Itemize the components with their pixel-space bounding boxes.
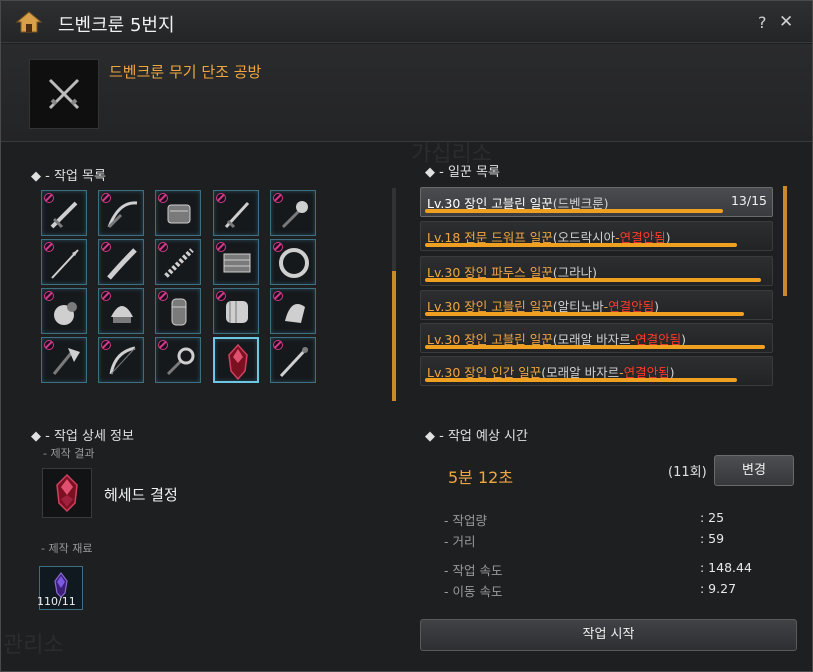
close-button[interactable]: ✕	[779, 12, 793, 32]
work-item-gauntlet[interactable]	[155, 190, 201, 236]
work-list-scrollbar-thumb[interactable]	[392, 271, 396, 401]
work-item-scythe[interactable]	[98, 190, 144, 236]
worker-list-scrollbar[interactable]	[783, 186, 787, 296]
stat-value: : 148.44	[700, 560, 752, 575]
work-item-mace[interactable]	[270, 190, 316, 236]
worker-row[interactable]: Lv.18 전문 드워프 일꾼(오드락시아-연결안됨)	[420, 221, 773, 251]
work-list-title: ◆ - 작업 목록	[31, 169, 106, 184]
work-detail-title: ◆ - 작업 상세 정보	[31, 429, 134, 444]
stamina-bar	[425, 209, 723, 213]
stat-label: - 거리	[444, 534, 476, 549]
unavailable-icon	[158, 291, 168, 301]
help-button[interactable]: ?	[758, 13, 767, 32]
title-bar[interactable]: 드벤크룬 5번지 ? ✕	[1, 1, 812, 43]
window-title: 드벤크룬 5번지	[58, 15, 175, 36]
unavailable-icon	[44, 291, 54, 301]
unavailable-icon	[158, 242, 168, 252]
worker-row[interactable]: Lv.30 장인 파두스 일꾼(그라나)	[420, 256, 773, 286]
work-item-flail[interactable]	[155, 337, 201, 383]
home-icon	[15, 11, 43, 33]
unavailable-icon	[101, 340, 111, 350]
work-item-dagger[interactable]	[213, 190, 259, 236]
work-item-spear[interactable]	[41, 239, 87, 285]
unavailable-icon	[44, 340, 54, 350]
estimated-time: 5분 12초	[448, 468, 514, 487]
work-item-gauntlet2[interactable]	[213, 288, 259, 334]
stamina-bar	[425, 345, 765, 349]
estimate-title: ◆ - 작업 예상 시간	[425, 429, 528, 444]
work-item-bracer[interactable]	[213, 239, 259, 285]
work-item-armguard[interactable]	[155, 288, 201, 334]
work-item-crystal[interactable]	[213, 337, 259, 383]
unavailable-icon	[273, 340, 283, 350]
unavailable-icon	[44, 242, 54, 252]
building-name: 드벤크룬 무기 단조 공방	[109, 63, 262, 81]
building-header	[1, 44, 812, 142]
stat-label: - 이동 속도	[444, 584, 503, 599]
work-item-helm2[interactable]	[270, 288, 316, 334]
unavailable-icon	[273, 291, 283, 301]
stat-label: - 작업 속도	[444, 563, 503, 578]
unavailable-icon	[101, 242, 111, 252]
repeat-count: (11회)	[668, 465, 707, 480]
work-item-staff[interactable]	[270, 337, 316, 383]
work-item-ring[interactable]	[270, 239, 316, 285]
work-item-saw[interactable]	[155, 239, 201, 285]
work-item-blade[interactable]	[98, 239, 144, 285]
unavailable-icon	[44, 193, 54, 203]
work-item-orb[interactable]	[41, 288, 87, 334]
stat-label: - 작업량	[444, 513, 487, 528]
unavailable-icon	[273, 242, 283, 252]
worker-list-title: ◆ - 일꾼 목록	[425, 165, 500, 180]
result-name: 헤세드 결정	[104, 486, 178, 504]
unavailable-icon	[216, 193, 226, 203]
material-label: - 제작 재료	[41, 542, 93, 555]
unavailable-icon	[158, 340, 168, 350]
work-item-axe[interactable]	[41, 337, 87, 383]
work-item-helm[interactable]	[98, 288, 144, 334]
change-button[interactable]: 변경	[714, 455, 794, 486]
stamina-bar	[425, 378, 737, 382]
worker-row[interactable]: Lv.30 장인 고블린 일꾼(드벤크룬) 13/15	[420, 187, 773, 217]
worker-count: 13/15	[730, 193, 767, 208]
unavailable-icon	[101, 193, 111, 203]
material-count: 110/11	[37, 595, 76, 608]
unavailable-icon	[216, 291, 226, 301]
stat-value: : 59	[700, 531, 725, 546]
crystal-icon	[228, 343, 248, 381]
work-item-bow[interactable]	[98, 337, 144, 383]
workshop-window: 드벤크룬 5번지 ? ✕ 드벤크룬 무기 단조 공방 가십리소 관리소 ◆ - …	[0, 0, 813, 672]
unavailable-icon	[216, 242, 226, 252]
stamina-bar	[425, 278, 761, 282]
work-item-sword[interactable]	[41, 190, 87, 236]
stamina-bar	[425, 243, 737, 247]
background-label: 관리소	[3, 633, 64, 658]
worker-row[interactable]: Lv.30 장인 고블린 일꾼(모래알 바자르-연결안됨)	[420, 323, 773, 353]
stat-value: : 9.27	[700, 581, 737, 596]
worker-row[interactable]: Lv.30 장인 고블린 일꾼(알티노바-연결안됨)	[420, 290, 773, 320]
stat-value: : 25	[700, 510, 725, 525]
crossed-swords-icon	[29, 59, 99, 129]
unavailable-icon	[158, 193, 168, 203]
unavailable-icon	[273, 193, 283, 203]
crystal-icon	[42, 468, 92, 518]
start-work-button[interactable]: 작업 시작	[420, 619, 797, 651]
worker-row[interactable]: Lv.30 장인 인간 일꾼(모래알 바자르-연결안됨)	[420, 356, 773, 386]
result-label: - 제작 결과	[43, 447, 95, 460]
unavailable-icon	[101, 291, 111, 301]
stamina-bar	[425, 312, 744, 316]
